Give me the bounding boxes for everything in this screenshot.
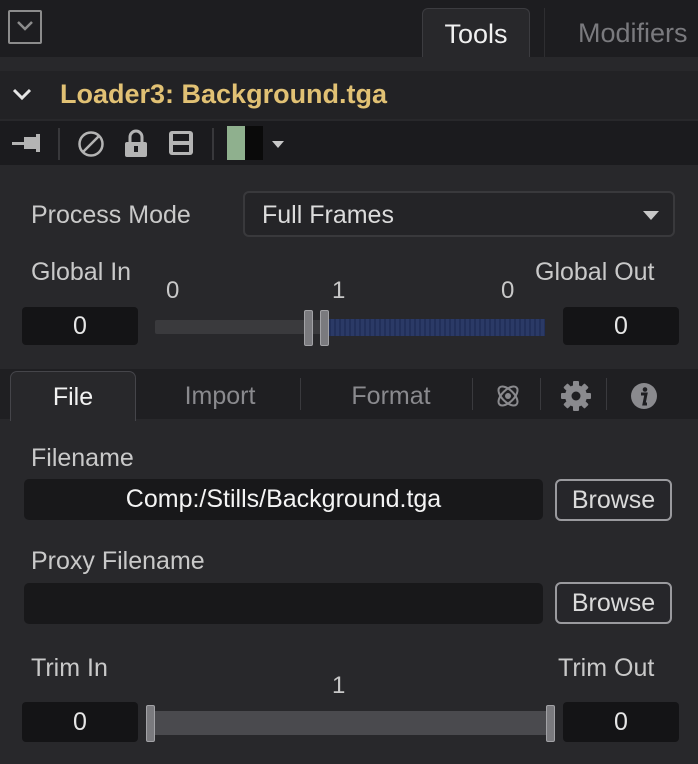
tab-separator bbox=[300, 378, 301, 410]
browse-proxy-button[interactable]: Browse bbox=[555, 582, 672, 624]
chevron-down-icon[interactable] bbox=[12, 88, 32, 101]
tab-separator bbox=[472, 378, 473, 410]
lock-icon[interactable] bbox=[124, 128, 148, 158]
save-icon[interactable] bbox=[168, 130, 194, 156]
browse-filename-button[interactable]: Browse bbox=[555, 479, 672, 521]
global-out-label: Global Out bbox=[535, 258, 655, 286]
tab-format[interactable]: Format bbox=[315, 371, 467, 419]
global-in-field[interactable]: 0 bbox=[22, 307, 138, 345]
gear-icon[interactable] bbox=[560, 380, 592, 412]
tab-3d-icon[interactable] bbox=[493, 381, 523, 411]
global-range-fill bbox=[326, 319, 545, 336]
tool-title: Loader3: Background.tga bbox=[60, 79, 388, 109]
global-range-end-value: 0 bbox=[501, 277, 515, 304]
trim-out-handle[interactable] bbox=[546, 705, 555, 742]
process-mode-dropdown[interactable]: Full Frames bbox=[243, 191, 675, 237]
tab-separator bbox=[606, 378, 607, 410]
color-swatch[interactable] bbox=[227, 126, 245, 160]
trim-in-label: Trim In bbox=[31, 654, 108, 682]
chevron-down-icon bbox=[17, 21, 33, 31]
process-mode-value: Full Frames bbox=[262, 201, 394, 229]
trim-range-slider[interactable] bbox=[150, 711, 552, 735]
filename-value: Comp:/Stills/Background.tga bbox=[125, 485, 442, 513]
pin-icon[interactable] bbox=[12, 134, 46, 152]
disable-icon[interactable] bbox=[77, 130, 105, 158]
trim-in-handle[interactable] bbox=[146, 705, 155, 742]
tab-import[interactable]: Import bbox=[150, 371, 290, 419]
process-mode-label: Process Mode bbox=[31, 201, 191, 229]
tab-separator bbox=[540, 378, 541, 410]
toolbar-separator bbox=[58, 128, 60, 160]
global-in-label: Global In bbox=[31, 258, 132, 286]
caret-down-icon bbox=[643, 211, 659, 220]
tab-tools[interactable]: Tools bbox=[422, 8, 530, 57]
trim-mid-value: 1 bbox=[332, 672, 346, 699]
global-out-handle[interactable] bbox=[320, 310, 329, 346]
global-range-mid-value: 1 bbox=[332, 277, 346, 304]
info-icon[interactable] bbox=[629, 381, 659, 411]
filename-field[interactable]: Comp:/Stills/Background.tga bbox=[24, 479, 543, 520]
global-out-field[interactable]: 0 bbox=[563, 307, 679, 345]
tab-file[interactable]: File bbox=[10, 371, 136, 421]
global-in-handle[interactable] bbox=[304, 310, 313, 346]
trim-out-label: Trim Out bbox=[558, 654, 655, 682]
caret-down-icon[interactable] bbox=[272, 141, 284, 149]
trim-in-field[interactable]: 0 bbox=[22, 702, 138, 742]
filename-label: Filename bbox=[31, 444, 134, 472]
color-swatch-dark[interactable] bbox=[245, 126, 263, 160]
proxy-filename-field[interactable] bbox=[24, 583, 543, 624]
proxy-filename-label: Proxy Filename bbox=[31, 547, 205, 575]
trim-out-field[interactable]: 0 bbox=[563, 702, 679, 742]
toolbar-separator bbox=[212, 128, 214, 160]
tab-modifiers[interactable]: Modifiers bbox=[544, 8, 698, 57]
panel-menu-button[interactable] bbox=[8, 10, 42, 44]
global-range-start-value: 0 bbox=[166, 277, 180, 304]
